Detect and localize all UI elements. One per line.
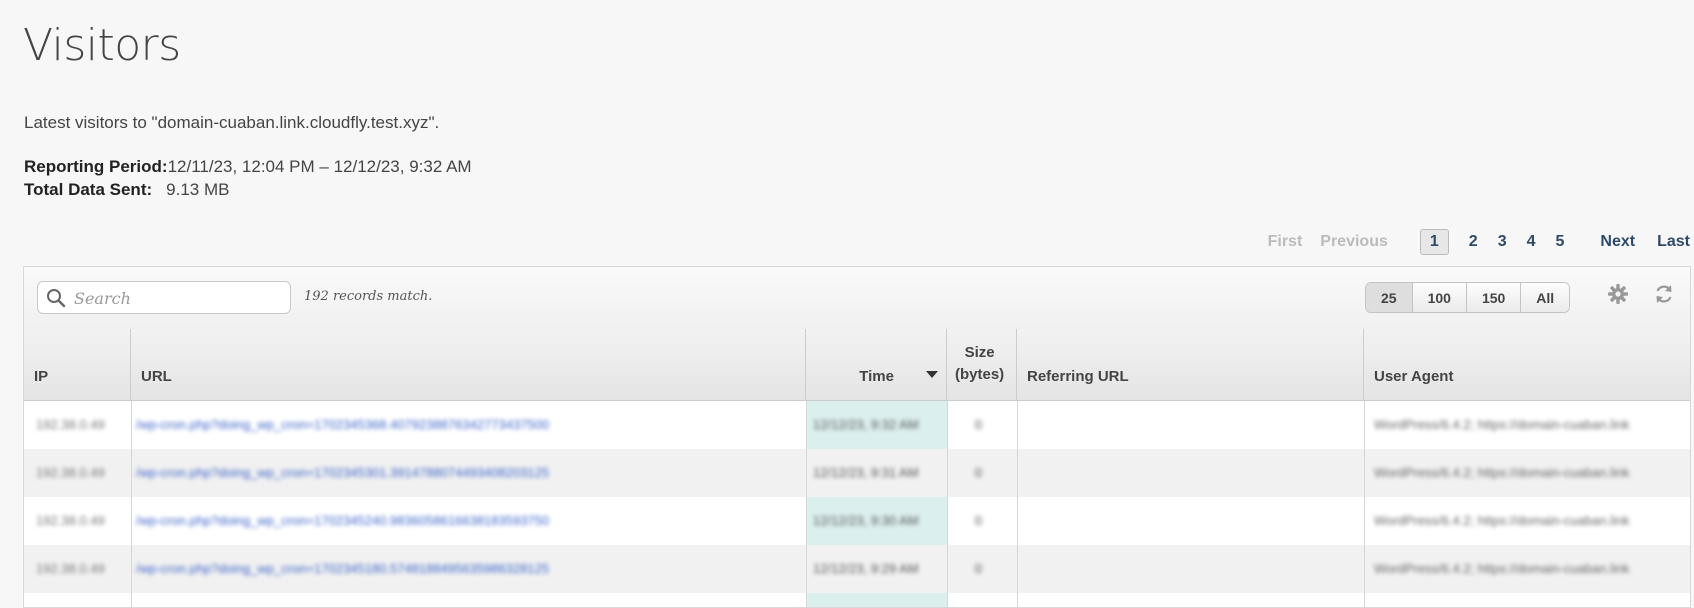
reporting-period: Reporting Period:12/11/23, 12:04 PM – 12… [24,157,472,177]
search-input[interactable] [72,286,286,310]
cell-user-agent: WordPress/6.4.2; https://domain-cuaban.l… [1374,513,1630,528]
table-toolbar: 192 records match. 25 100 150 All [24,267,1690,330]
cell-time: 12/12/23, 9:31 AM [813,465,919,480]
records-match-count: 192 records match. [304,289,433,304]
column-header-user-agent[interactable]: User Agent [1364,329,1690,400]
column-header-size[interactable]: Size (bytes) [947,329,1017,400]
pagination-page-3[interactable]: 3 [1498,233,1507,251]
table-row[interactable]: 192.38.0.49 /wp-cron.php?doing_wp_cron=1… [24,449,1690,497]
page-size-150[interactable]: 150 [1466,283,1522,312]
cell-url[interactable]: /wp-cron.php?doing_wp_cron=1702345180.57… [136,545,549,593]
pagination-page-5[interactable]: 5 [1556,233,1565,251]
cell-ip: 192.38.0.49 [36,465,105,480]
page-title: Visitors [23,20,181,71]
page-size-100[interactable]: 100 [1412,283,1467,312]
column-divider [806,401,807,607]
pagination-previous: Previous [1320,233,1388,250]
column-header-time[interactable]: Time [806,329,947,400]
cell-url[interactable]: /wp-cron.php?doing_wp_cron=1702345240.98… [136,497,549,545]
column-divider [1017,401,1018,607]
column-divider [131,401,132,607]
column-header-ip-label: IP [34,368,49,385]
cell-time: 12/12/23, 9:29 AM [813,561,919,576]
visitors-table-panel: 192 records match. 25 100 150 All [23,266,1691,608]
column-divider [947,401,948,607]
table-row[interactable]: 192.38.0.49 /wp-cron.php?doing_wp_cron=1… [24,545,1690,593]
pagination-page-1[interactable]: 1 [1419,229,1449,255]
column-header-url[interactable]: URL [131,329,806,400]
cell-ip: 192.38.0.49 [36,513,105,528]
column-header-size-label: Size (bytes) [955,342,1004,386]
cell-url[interactable]: /wp-cron.php?doing_wp_cron=1702345368.40… [136,401,549,449]
table-header: IP URL Time Size (bytes) Referring URL Us… [24,329,1690,401]
column-header-ip[interactable]: IP [24,329,131,400]
cell-url[interactable]: /wp-cron.php?doing_wp_cron=1702345301.39… [136,449,549,497]
reporting-period-label: Reporting Period: [24,157,168,176]
size-label-line1: Size [964,344,995,361]
search-icon [47,289,66,308]
column-header-referring-url[interactable]: Referring URL [1017,329,1364,400]
reporting-period-value: 12/11/23, 12:04 PM – 12/12/23, 9:32 AM [167,157,472,176]
column-header-time-label: Time [859,368,894,385]
pagination-page-2[interactable]: 2 [1469,233,1478,251]
sort-descending-icon [926,371,938,378]
column-divider [1364,401,1365,607]
cell-time: 12/12/23, 9:30 AM [813,513,919,528]
size-label-line2: (bytes) [955,366,1005,383]
total-data-value: 9.13 MB [166,180,230,199]
cell-user-agent: WordPress/6.4.2; https://domain-cuaban.l… [1374,561,1630,576]
page-size-all[interactable]: All [1521,283,1570,312]
pagination-last[interactable]: Last [1657,233,1690,251]
pagination-first: First [1267,233,1303,250]
cell-ip: 192.38.0.49 [36,561,105,576]
gear-icon[interactable] [1607,283,1629,305]
cell-user-agent: WordPress/6.4.2; https://domain-cuaban.l… [1374,465,1630,480]
refresh-icon[interactable] [1653,283,1675,305]
column-header-url-label: URL [141,368,172,385]
pagination-page-4[interactable]: 4 [1527,233,1536,251]
page-size-25[interactable]: 25 [1366,283,1413,312]
pagination: First Previous 1 2 3 4 5 Next Last [1250,229,1694,255]
table-row[interactable]: 192.38.0.49 /wp-cron.php?doing_wp_cron=1… [24,401,1690,449]
table-row[interactable]: 192.38.0.49 /wp-cron.php?doing_wp_cron=1… [24,497,1690,545]
total-data-sent: Total Data Sent: 9.13 MB [24,180,229,200]
page-size-selector: 25 100 150 All [1365,282,1571,313]
column-header-user-agent-label: User Agent [1374,368,1454,385]
pagination-next[interactable]: Next [1600,233,1635,251]
column-header-referring-url-label: Referring URL [1027,368,1129,385]
cell-user-agent: WordPress/6.4.2; https://domain-cuaban.l… [1374,417,1630,432]
search-box[interactable] [37,281,291,314]
cell-time: 12/12/23, 9:32 AM [813,417,919,432]
total-data-label: Total Data Sent: [24,180,153,199]
cell-ip: 192.38.0.49 [36,417,105,432]
latest-visitors-text: Latest visitors to "domain-cuaban.link.c… [24,113,440,132]
